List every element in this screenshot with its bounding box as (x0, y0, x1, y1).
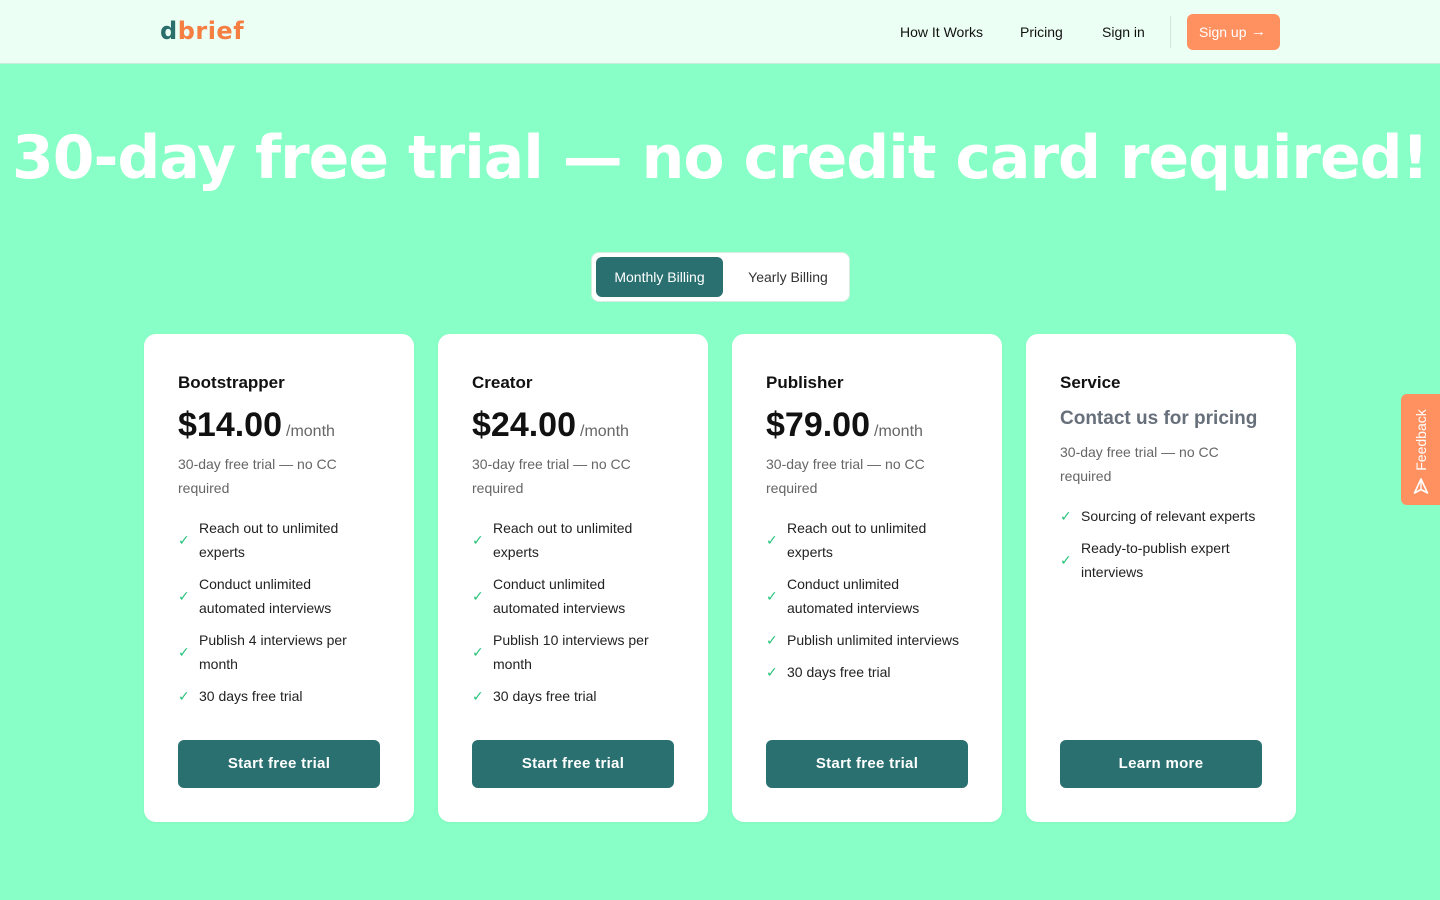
nav-divider (1170, 16, 1171, 48)
feature-text: 30 days free trial (493, 688, 597, 704)
feature-item: ✓ Conduct unlimited automated interviews (472, 572, 672, 620)
feature-item: ✓ Publish 4 interviews per month (178, 628, 378, 676)
arrow-right-icon: → (1251, 23, 1266, 40)
price-period: /month (286, 423, 335, 440)
start-free-trial-button[interactable]: Start free trial (766, 740, 968, 788)
check-icon: ✓ (178, 532, 190, 548)
feature-text: Publish 10 interviews per month (493, 632, 649, 672)
check-icon: ✓ (766, 664, 778, 680)
feature-item: ✓ Reach out to unlimited experts (178, 516, 378, 564)
nav-sign-in[interactable]: Sign in (1102, 22, 1145, 42)
check-icon: ✓ (472, 588, 484, 604)
feature-text: Ready-to-publish expert interviews (1081, 540, 1230, 580)
plan-card-service: Service Contact us for pricing 30-day fr… (1026, 334, 1296, 822)
feature-text: Publish unlimited interviews (787, 632, 959, 648)
trial-note: 30-day free trial — no CC required (472, 456, 631, 496)
feature-list: ✓ Reach out to unlimited experts ✓ Conduct… (178, 516, 378, 716)
feature-item: ✓ Conduct unlimited automated interviews (766, 572, 966, 620)
feature-item: ✓ Publish unlimited interviews (766, 628, 966, 652)
plan-name: Creator (472, 373, 533, 392)
paper-plane-icon (1413, 478, 1429, 494)
monthly-billing-option[interactable]: Monthly Billing (596, 257, 723, 297)
price-amount: $24.00 (472, 406, 576, 444)
sign-up-button[interactable]: Sign up → (1187, 14, 1280, 50)
check-icon: ✓ (1060, 552, 1072, 568)
start-free-trial-button[interactable]: Start free trial (472, 740, 674, 788)
check-icon: ✓ (178, 588, 190, 604)
plan-name: Bootstrapper (178, 373, 285, 392)
feature-text: Conduct unlimited automated interviews (493, 576, 626, 616)
start-free-trial-button[interactable]: Start free trial (178, 740, 380, 788)
plan-name: Publisher (766, 373, 844, 392)
feature-item: ✓ Reach out to unlimited experts (766, 516, 966, 564)
feedback-label: Feedback (1413, 409, 1429, 471)
plan-price: $14.00/month (178, 404, 335, 453)
check-icon: ✓ (766, 588, 778, 604)
yearly-billing-option[interactable]: Yearly Billing (730, 257, 846, 297)
check-icon: ✓ (472, 688, 484, 704)
feature-text: Reach out to unlimited experts (787, 520, 927, 560)
check-icon: ✓ (472, 532, 484, 548)
price-period: /month (580, 423, 629, 440)
feature-item: ✓ Publish 10 interviews per month (472, 628, 672, 676)
plan-card-bootstrapper: Bootstrapper $14.00/month 30-day free tr… (144, 334, 414, 822)
plan-card-creator: Creator $24.00/month 30-day free trial —… (438, 334, 708, 822)
feature-text: Publish 4 interviews per month (199, 632, 347, 672)
plan-card-publisher: Publisher $79.00/month 30-day free trial… (732, 334, 1002, 822)
feature-text: Conduct unlimited automated interviews (787, 576, 920, 616)
plan-price: $79.00/month (766, 404, 923, 453)
feature-item: ✓ Reach out to unlimited experts (472, 516, 672, 564)
feature-list: ✓ Sourcing of relevant experts ✓ Ready-to-… (1060, 504, 1260, 592)
feedback-tab[interactable]: Feedback (1401, 394, 1440, 505)
price-amount: $79.00 (766, 406, 870, 444)
nav-pricing[interactable]: Pricing (1020, 22, 1063, 42)
feature-text: Sourcing of relevant experts (1081, 508, 1256, 524)
feature-text: 30 days free trial (199, 688, 303, 704)
learn-more-button[interactable]: Learn more (1060, 740, 1262, 788)
logo-wordmark: brief (177, 17, 245, 45)
trial-note: 30-day free trial — no CC required (178, 456, 337, 496)
check-icon: ✓ (472, 644, 484, 660)
feature-list: ✓ Reach out to unlimited experts ✓ Conduct… (766, 516, 966, 692)
feature-item: ✓ Sourcing of relevant experts (1060, 504, 1260, 528)
feature-text: Conduct unlimited automated interviews (199, 576, 332, 616)
check-icon: ✓ (1060, 508, 1072, 524)
feature-item: ✓ 30 days free trial (472, 684, 672, 708)
feature-text: 30 days free trial (787, 664, 891, 680)
contact-for-pricing: Contact us for pricing (1060, 408, 1258, 429)
site-header: dbrief How It Works Pricing Sign in Sign… (0, 0, 1440, 64)
check-icon: ✓ (766, 632, 778, 648)
sign-up-label: Sign up (1199, 24, 1247, 40)
hero-title: 30-day free trial — no credit card requi… (12, 123, 1429, 193)
feature-item: ✓ 30 days free trial (178, 684, 378, 708)
check-icon: ✓ (178, 688, 190, 704)
plan-price: $24.00/month (472, 404, 629, 453)
trial-note: 30-day free trial — no CC required (766, 456, 925, 496)
feature-text: Reach out to unlimited experts (493, 520, 633, 560)
feature-item: ✓ 30 days free trial (766, 660, 966, 684)
check-icon: ✓ (766, 532, 778, 548)
check-icon: ✓ (178, 644, 190, 660)
billing-toggle: Monthly Billing Yearly Billing (591, 252, 850, 302)
nav-how-it-works[interactable]: How It Works (900, 22, 983, 42)
logo[interactable]: dbrief (160, 17, 244, 45)
trial-note: 30-day free trial — no CC required (1060, 444, 1219, 484)
feature-item: ✓ Conduct unlimited automated interviews (178, 572, 378, 620)
price-amount: $14.00 (178, 406, 282, 444)
logo-mark: d (160, 17, 178, 45)
feature-text: Reach out to unlimited experts (199, 520, 339, 560)
feature-list: ✓ Reach out to unlimited experts ✓ Conduct… (472, 516, 672, 716)
plan-name: Service (1060, 373, 1121, 392)
feature-item: ✓ Ready-to-publish expert interviews (1060, 536, 1260, 584)
price-period: /month (874, 423, 923, 440)
